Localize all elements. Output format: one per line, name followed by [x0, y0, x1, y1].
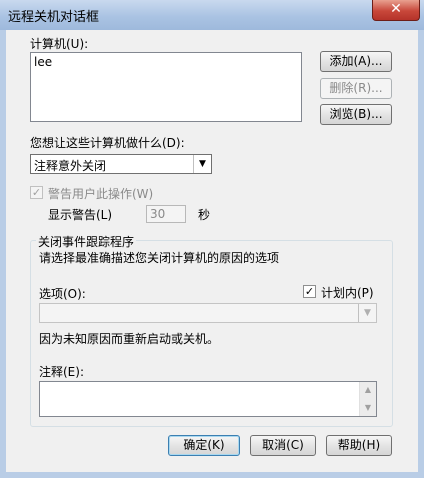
computers-label: 计算机(U): — [30, 37, 89, 51]
window-frame-bottom — [0, 472, 424, 478]
comment-label: 注释(E): — [39, 365, 84, 379]
action-selected-value: 注释意外关闭 — [34, 159, 107, 173]
action-label: 您想让这些计算机做什么(D): — [30, 136, 185, 150]
event-tracker-title: 关闭事件跟踪程序 — [36, 233, 137, 250]
list-item[interactable]: lee — [34, 55, 52, 69]
scroll-up-icon[interactable]: ▲ — [360, 382, 376, 398]
add-button[interactable]: 添加(A)... — [320, 51, 392, 72]
tracker-instruction: 请选择最准确描述您关闭计算机的原因的选项 — [39, 251, 280, 265]
remove-button[interactable]: 删除(R)... — [320, 78, 392, 99]
cancel-button[interactable]: 取消(C) — [250, 435, 316, 456]
display-warning-label: 显示警告(L) — [48, 208, 113, 222]
window-title: 远程关机对话框 — [8, 10, 100, 25]
option-select[interactable]: ▼ — [39, 303, 377, 323]
reason-description: 因为未知原因而重新启动或关机。 — [39, 332, 220, 346]
warning-seconds-input[interactable]: 30 — [146, 205, 186, 223]
computer-list[interactable]: lee — [30, 52, 302, 122]
window-frame-right — [418, 30, 424, 478]
comment-scrollbar[interactable]: ▲ ▼ — [359, 382, 376, 416]
warn-checkbox-label: 警告用户此操作(W) — [48, 187, 154, 201]
title-bar: 远程关机对话框 ✕ — [0, 0, 424, 31]
option-label: 选项(O): — [39, 287, 86, 301]
planned-checkbox[interactable]: ✓ — [303, 285, 316, 298]
help-button[interactable]: 帮助(H) — [326, 435, 392, 456]
chevron-down-icon[interactable]: ▼ — [193, 155, 211, 173]
chevron-down-icon[interactable]: ▼ — [358, 304, 376, 322]
close-icon: ✕ — [390, 1, 402, 17]
comment-field[interactable]: ▲ ▼ — [39, 381, 377, 417]
browse-button[interactable]: 浏览(B)... — [320, 104, 392, 125]
seconds-unit: 秒 — [198, 208, 211, 222]
planned-label: 计划内(P) — [321, 286, 374, 300]
close-button[interactable]: ✕ — [372, 0, 420, 21]
action-select[interactable]: 注释意外关闭 ▼ — [30, 154, 212, 174]
scroll-down-icon[interactable]: ▼ — [360, 400, 376, 416]
ok-button[interactable]: 确定(K) — [168, 435, 240, 456]
warn-checkbox[interactable]: ✓ — [30, 186, 43, 199]
